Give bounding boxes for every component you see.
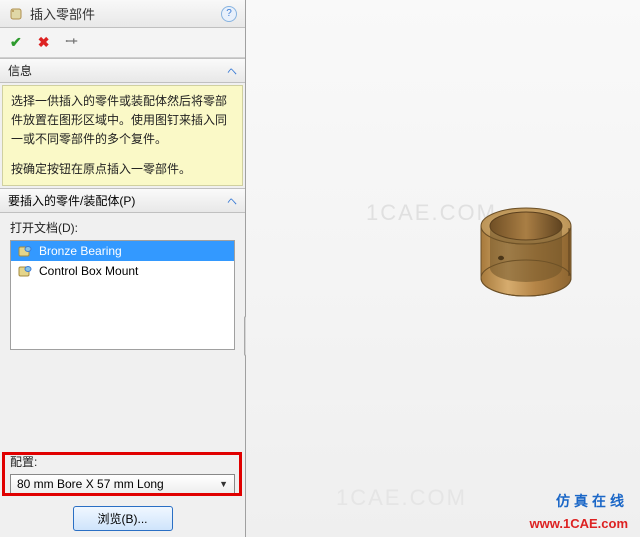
- config-select[interactable]: 80 mm Bore X 57 mm Long ▼: [10, 474, 235, 494]
- graphics-viewport[interactable]: 1CAE.COM: [246, 0, 640, 537]
- open-documents-list[interactable]: Bronze Bearing Control Box Mount: [10, 240, 235, 350]
- watermark-text: 1CAE.COM: [336, 485, 467, 511]
- panel-header: 插入零部件 ?: [0, 0, 245, 28]
- footer-brand: 仿真在线: [556, 491, 628, 511]
- list-item-label: Control Box Mount: [39, 264, 138, 278]
- action-row: ✔ ✖: [0, 28, 245, 58]
- ok-button[interactable]: ✔: [10, 34, 22, 51]
- parts-section-body: 打开文档(D): Bronze Bearing Co: [0, 213, 245, 356]
- bronze-bearing-model: [461, 196, 591, 306]
- list-item[interactable]: Control Box Mount: [11, 261, 234, 281]
- list-item[interactable]: Bronze Bearing: [11, 241, 234, 261]
- part-icon: [17, 263, 33, 279]
- config-section: 配置: 80 mm Bore X 57 mm Long ▼: [0, 447, 245, 500]
- parts-section-title: 要插入的零件/装配体(P): [8, 192, 135, 209]
- footer-url: www.1CAE.com: [530, 516, 628, 531]
- cancel-button[interactable]: ✖: [38, 34, 50, 51]
- browse-row: 浏览(B)...: [0, 500, 245, 537]
- info-box: 选择一供插入的零件或装配体然后将零部件放置在图形区域中。使用图钉来插入同一或不同…: [2, 85, 243, 186]
- info-section-header[interactable]: 信息 ヘ: [0, 58, 245, 83]
- info-paragraph: 按确定按钮在原点插入一零部件。: [11, 160, 234, 179]
- part-icon: [17, 243, 33, 259]
- parts-section-header[interactable]: 要插入的零件/装配体(P) ヘ: [0, 188, 245, 213]
- config-label: 配置:: [10, 453, 235, 470]
- browse-button[interactable]: 浏览(B)...: [73, 506, 173, 531]
- chevron-up-icon: ヘ: [227, 63, 237, 78]
- open-doc-label: 打开文档(D):: [10, 219, 235, 236]
- help-icon[interactable]: ?: [221, 6, 237, 22]
- info-paragraph: 选择一供插入的零件或装配体然后将零部件放置在图形区域中。使用图钉来插入同一或不同…: [11, 92, 234, 150]
- task-panel: 插入零部件 ? ✔ ✖ 信息 ヘ 选择一供插入的零件或装配体然后将零部件放置在图…: [0, 0, 246, 537]
- list-item-label: Bronze Bearing: [39, 244, 122, 258]
- pin-button[interactable]: [65, 34, 79, 51]
- insert-component-icon: [8, 6, 24, 22]
- panel-title: 插入零部件: [30, 4, 221, 23]
- dropdown-icon: ▼: [219, 479, 228, 489]
- chevron-up-icon: ヘ: [227, 193, 237, 208]
- config-value: 80 mm Bore X 57 mm Long: [17, 477, 164, 491]
- info-section-title: 信息: [8, 62, 32, 79]
